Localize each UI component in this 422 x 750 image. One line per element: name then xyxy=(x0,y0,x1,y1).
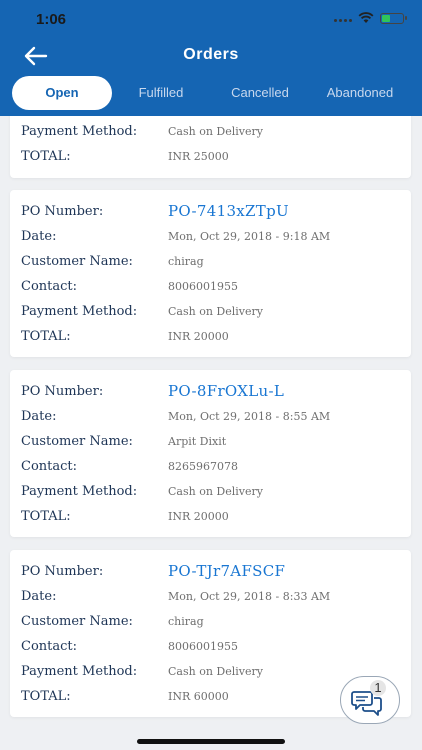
status-icons xyxy=(334,12,407,24)
order-status-tabs: Open Fulfilled Cancelled Abandoned xyxy=(0,76,422,110)
page-title: Orders xyxy=(183,46,239,63)
customer-name-row: Customer Name: Arpit Dixit xyxy=(21,431,226,451)
total-value: INR 60000 xyxy=(168,689,229,703)
payment-method-row: Payment Method: Cash on Delivery xyxy=(21,661,263,681)
customer-name-value: Arpit Dixit xyxy=(168,434,227,448)
total-label: TOTAL: xyxy=(21,148,71,164)
total-row: TOTAL: INR 20000 xyxy=(21,506,229,526)
contact-value: 8006001955 xyxy=(168,639,238,653)
payment-method-row: Payment Method: Cash on Delivery xyxy=(21,121,263,141)
order-card[interactable]: PO Number: PO-8FrOXLu-L Date: Mon, Oct 2… xyxy=(10,370,411,537)
payment-method-label: Payment Method: xyxy=(21,123,138,139)
customer-name-value: chirag xyxy=(168,614,204,628)
customer-name-label: Customer Name: xyxy=(21,433,133,449)
po-number-row: PO Number: PO-TJr7AFSCF xyxy=(21,561,285,581)
po-number-label: PO Number: xyxy=(21,383,104,399)
customer-name-row: Customer Name: chirag xyxy=(21,251,204,271)
customer-name-value: chirag xyxy=(168,254,204,268)
tab-fulfilled[interactable]: Fulfilled xyxy=(118,76,204,110)
tab-cancelled[interactable]: Cancelled xyxy=(214,76,306,110)
battery-icon xyxy=(380,12,407,24)
payment-method-label: Payment Method: xyxy=(21,663,138,679)
order-card-partial[interactable]: Payment Method: Cash on Delivery TOTAL: … xyxy=(10,116,411,178)
chat-badge: 1 xyxy=(370,680,386,696)
contact-row: Contact: 8006001955 xyxy=(21,636,238,656)
orders-list[interactable]: Payment Method: Cash on Delivery TOTAL: … xyxy=(0,116,422,750)
customer-name-row: Customer Name: chirag xyxy=(21,611,204,631)
po-number-label: PO Number: xyxy=(21,563,104,579)
date-label: Date: xyxy=(21,228,57,244)
date-value: Mon, Oct 29, 2018 - 9:18 AM xyxy=(168,229,331,243)
signal-icon xyxy=(334,14,352,22)
payment-method-value: Cash on Delivery xyxy=(168,124,263,138)
customer-name-label: Customer Name: xyxy=(21,613,133,629)
contact-row: Contact: 8265967078 xyxy=(21,456,238,476)
contact-label: Contact: xyxy=(21,638,78,654)
wifi-icon xyxy=(358,12,374,23)
payment-method-value: Cash on Delivery xyxy=(168,484,263,498)
po-number-value[interactable]: PO-TJr7AFSCF xyxy=(168,562,285,580)
po-number-value[interactable]: PO-8FrOXLu-L xyxy=(168,382,284,400)
customer-name-label: Customer Name: xyxy=(21,253,133,269)
date-value: Mon, Oct 29, 2018 - 8:55 AM xyxy=(168,409,331,423)
total-value: INR 20000 xyxy=(168,509,229,523)
total-label: TOTAL: xyxy=(21,688,71,704)
contact-value: 8006001955 xyxy=(168,279,238,293)
contact-label: Contact: xyxy=(21,458,78,474)
tab-abandoned[interactable]: Abandoned xyxy=(314,76,406,110)
date-value: Mon, Oct 29, 2018 - 8:33 AM xyxy=(168,589,331,603)
contact-row: Contact: 8006001955 xyxy=(21,276,238,296)
contact-value: 8265967078 xyxy=(168,459,238,473)
chat-button[interactable]: 1 xyxy=(340,676,400,724)
date-label: Date: xyxy=(21,408,57,424)
date-row: Date: Mon, Oct 29, 2018 - 9:18 AM xyxy=(21,226,330,246)
date-label: Date: xyxy=(21,588,57,604)
payment-method-row: Payment Method: Cash on Delivery xyxy=(21,481,263,501)
payment-method-value: Cash on Delivery xyxy=(168,304,263,318)
po-number-label: PO Number: xyxy=(21,203,104,219)
po-number-value[interactable]: PO-7413xZTpU xyxy=(168,202,289,220)
payment-method-label: Payment Method: xyxy=(21,303,138,319)
tab-open[interactable]: Open xyxy=(12,76,112,110)
total-value: INR 20000 xyxy=(168,329,229,343)
payment-method-label: Payment Method: xyxy=(21,483,138,499)
total-row: TOTAL: INR 25000 xyxy=(21,146,229,166)
date-row: Date: Mon, Oct 29, 2018 - 8:55 AM xyxy=(21,406,330,426)
contact-label: Contact: xyxy=(21,278,78,294)
order-card[interactable]: PO Number: PO-7413xZTpU Date: Mon, Oct 2… xyxy=(10,190,411,357)
payment-method-row: Payment Method: Cash on Delivery xyxy=(21,301,263,321)
total-row: TOTAL: INR 20000 xyxy=(21,326,229,346)
home-indicator xyxy=(137,739,285,744)
status-time: 1:06 xyxy=(36,11,67,28)
po-number-row: PO Number: PO-8FrOXLu-L xyxy=(21,381,284,401)
total-row: TOTAL: INR 60000 xyxy=(21,686,229,706)
total-value: INR 25000 xyxy=(168,149,229,163)
total-label: TOTAL: xyxy=(21,508,71,524)
po-number-row: PO Number: PO-7413xZTpU xyxy=(21,201,289,221)
date-row: Date: Mon, Oct 29, 2018 - 8:33 AM xyxy=(21,586,330,606)
total-label: TOTAL: xyxy=(21,328,71,344)
payment-method-value: Cash on Delivery xyxy=(168,664,263,678)
app-header: 1:06 Orders Open Fulfilled Cancelled Aba… xyxy=(0,0,422,116)
status-bar: 1:06 xyxy=(0,0,422,40)
